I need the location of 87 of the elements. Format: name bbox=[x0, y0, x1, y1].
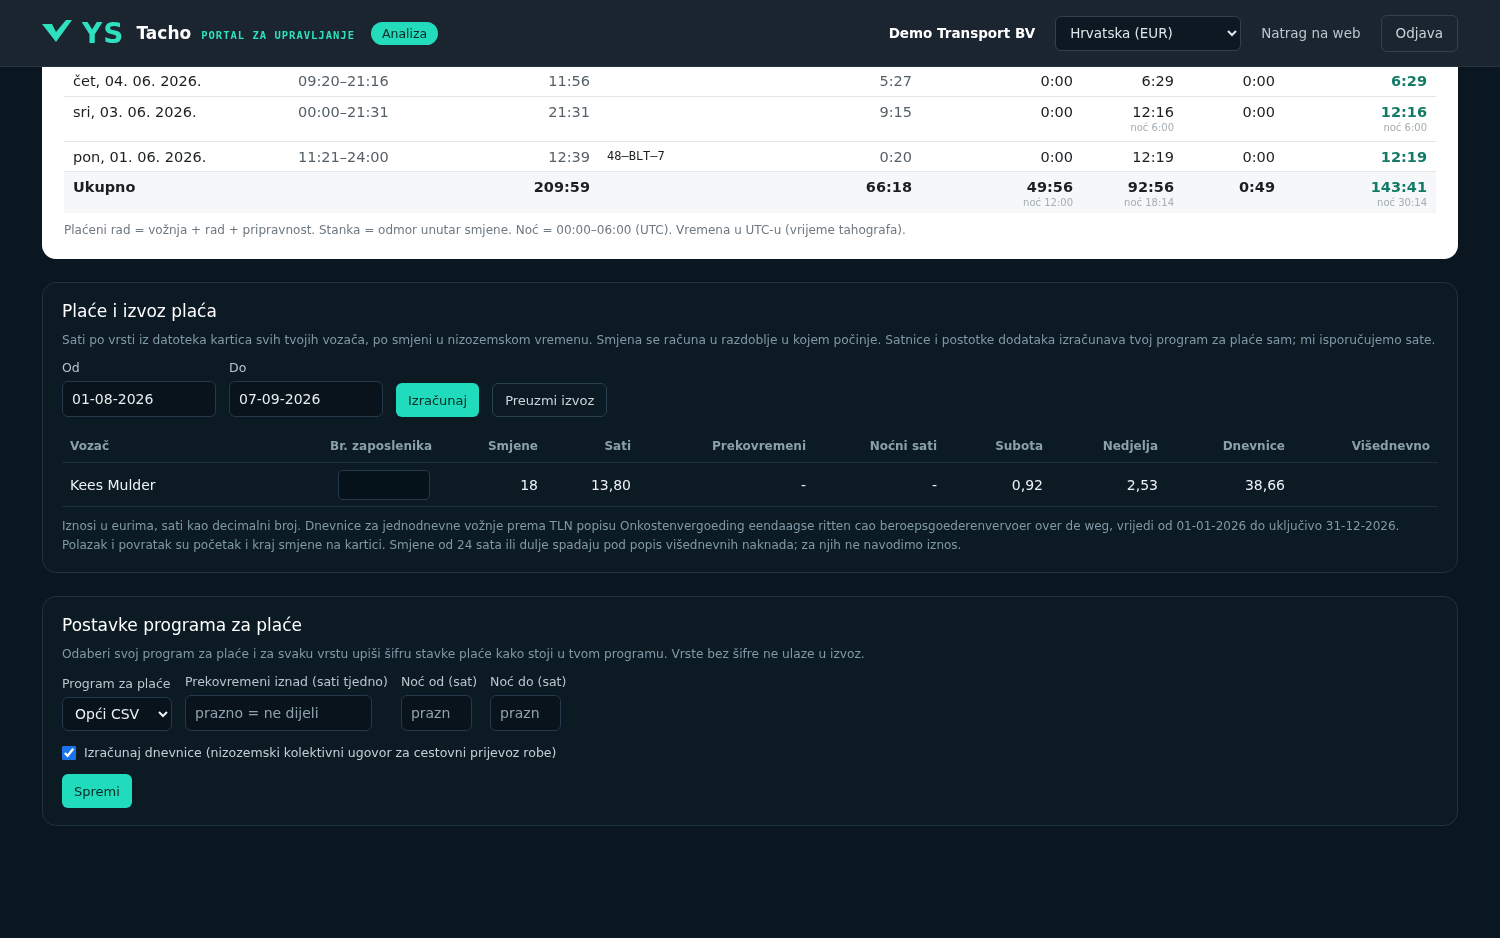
section-title: Postavke programa za plaće bbox=[62, 615, 304, 635]
table-cell: 11:56 bbox=[548, 73, 590, 89]
column-header: Višednevno bbox=[1350, 439, 1430, 453]
overtime-field[interactable]: prazno = ne dijeli bbox=[185, 695, 372, 731]
table-cell: 21:31 bbox=[548, 104, 590, 120]
table-cell-text: 38,66 bbox=[1243, 476, 1285, 493]
column-header: Subota bbox=[994, 439, 1043, 453]
table-cell: 49:56 bbox=[1026, 179, 1073, 195]
column-header: Br. zaposlenika bbox=[330, 439, 430, 453]
table-cell: 143:41 bbox=[1370, 179, 1427, 195]
table-cell: 48–BLT–7 bbox=[607, 149, 665, 163]
table-cell: 0:00 bbox=[1242, 149, 1275, 165]
table-cell: 66:18 bbox=[865, 179, 912, 195]
night-to-field[interactable]: prazn bbox=[490, 695, 562, 731]
field-label: Noć do (sat) bbox=[490, 674, 567, 689]
table-cell: 12:19 bbox=[1380, 149, 1427, 165]
column-header: Nedjelja bbox=[1101, 439, 1158, 453]
section-description: Sati po vrsti iz datoteka kartica svih tvojih vozača, po smjeni u nizozemskom vremenu. Smjena se računa u razdoblje u kojem počinje. Satnice i postotke dodataka izračunava tvoj program za plaće sam; mi isporučujemo sate. bbox=[62, 332, 1437, 349]
company-name: Demo Transport BV bbox=[888, 25, 1036, 41]
logo-text: YS bbox=[82, 16, 125, 50]
logout-button[interactable]: Odjava bbox=[1380, 14, 1458, 52]
night-note: noć 6:00 bbox=[1383, 122, 1427, 133]
section-title: Plaće i izvoz plaća bbox=[62, 301, 218, 321]
calculate-button[interactable]: Izračunaj bbox=[396, 383, 480, 417]
table-cell: čet, 04. 06. 2026. bbox=[73, 73, 202, 89]
date-field[interactable]: 01-08-2026 bbox=[62, 381, 216, 417]
table-cell: 09:20–21:16 bbox=[298, 73, 389, 89]
table-cell-text: 13,80 bbox=[589, 476, 631, 493]
field-label: Program za plaće bbox=[62, 676, 172, 691]
total-label: Ukupno bbox=[73, 179, 136, 195]
section-badge: Analiza bbox=[370, 21, 439, 45]
night-note: noć 6:00 bbox=[1130, 122, 1174, 133]
table-cell: 12:19 bbox=[1132, 149, 1174, 165]
table-cell: 6:29 bbox=[1141, 73, 1174, 89]
table-cell: 11:21–24:00 bbox=[298, 149, 389, 165]
table-cell: 12:39 bbox=[548, 149, 590, 165]
night-from-field[interactable]: prazn bbox=[400, 695, 472, 731]
footnote: Plaćeni rad = vožnja + rad + pripravnost. Stanka = odmor unutar smjene. Noć = 00:00–06:00 (UTC). Vremena u UTC-u (vrijeme tahografa). bbox=[64, 223, 907, 237]
region-select[interactable]: Hrvatska (EUR) bbox=[1055, 15, 1242, 51]
column-header: Noćni sati bbox=[868, 439, 937, 453]
table-cell: 00:00–21:31 bbox=[298, 104, 389, 120]
field-label: Do bbox=[229, 360, 248, 375]
tagline: PORTAL ZA UPRAVLJANJE bbox=[201, 29, 355, 41]
table-cell: 92:56 bbox=[1127, 179, 1174, 195]
column-header: Smjene bbox=[486, 439, 538, 453]
table-cell: sri, 03. 06. 2026. bbox=[73, 104, 197, 120]
field-label: Od bbox=[62, 360, 81, 375]
column-header: Vozač bbox=[70, 439, 111, 453]
table-cell-text: Kees Mulder bbox=[70, 476, 157, 493]
column-header: Sati bbox=[603, 439, 631, 453]
date-field[interactable]: 07-09-2026 bbox=[229, 381, 383, 417]
employee-number-field[interactable] bbox=[338, 469, 430, 500]
back-link[interactable]: Natrag na web bbox=[1261, 25, 1361, 41]
table-cell-text: 2,53 bbox=[1125, 476, 1158, 493]
night-note: noć 12:00 bbox=[1023, 197, 1073, 208]
brand-name: Tacho bbox=[136, 23, 192, 43]
table-cell: 0:00 bbox=[1040, 73, 1073, 89]
field-label: Noć od (sat) bbox=[400, 674, 478, 689]
checkbox-label: Izračunaj dnevnice (nizozemski kolektivni ugovor za cestovni prijevoz robe) bbox=[84, 745, 557, 760]
table-cell: 209:59 bbox=[533, 179, 590, 195]
table-cell: 12:16 bbox=[1380, 104, 1427, 120]
table-cell-text: - bbox=[799, 476, 806, 493]
allowance-checkbox[interactable] bbox=[62, 745, 76, 760]
table-cell: 0:00 bbox=[1242, 73, 1275, 89]
night-note: noć 18:14 bbox=[1124, 197, 1174, 208]
table-cell: 6:29 bbox=[1390, 73, 1427, 89]
section-description: Odaberi svoj program za plaće i za svaku vrstu upiši šifru stavke plaće kako stoji u tvom programu. Vrste bez šifre ne ulaze u izvoz. bbox=[62, 646, 866, 663]
table-cell-text: - bbox=[930, 476, 937, 493]
save-button[interactable]: Spremi bbox=[62, 774, 132, 808]
column-header: Dnevnice bbox=[1221, 439, 1285, 453]
column-header: Prekovremeni bbox=[711, 439, 806, 453]
table-cell-text: 0,92 bbox=[1010, 476, 1043, 493]
field-label: Prekovremeni iznad (sati tjedno) bbox=[185, 674, 388, 689]
table-cell: 9:15 bbox=[879, 104, 912, 120]
table-cell: pon, 01. 06. 2026. bbox=[73, 149, 207, 165]
table-cell-text: 18 bbox=[519, 476, 538, 493]
table-cell: 0:49 bbox=[1238, 179, 1275, 195]
table-cell: 5:27 bbox=[879, 73, 912, 89]
table-cell: 0:00 bbox=[1040, 149, 1073, 165]
download-button[interactable]: Preuzmi izvoz bbox=[492, 383, 608, 417]
table-cell: 0:00 bbox=[1040, 104, 1073, 120]
payroll-note: Iznosi u eurima, sati kao decimalni broj. Dnevnice za jednodnevne vožnje prema TLN popisu Onkostenvergoeding eendaagse ritten cao beroepsgoederenvervoer over de weg, vrijedi od 01-01-2026 do uključivo 31-12-2026. Polazak i povratak su početak i kraj smjene na kartici. Smjene od 24 sata ili dulje spadaju pod popis višednevnih naknada; za njih ne navodimo iznos. bbox=[62, 518, 1401, 554]
table-cell: 0:20 bbox=[879, 149, 912, 165]
night-note: noć 30:14 bbox=[1377, 197, 1427, 208]
table-cell: 12:16 bbox=[1132, 104, 1174, 120]
program-select[interactable]: Opći CSV bbox=[62, 697, 172, 731]
table-cell: 0:00 bbox=[1242, 104, 1275, 120]
